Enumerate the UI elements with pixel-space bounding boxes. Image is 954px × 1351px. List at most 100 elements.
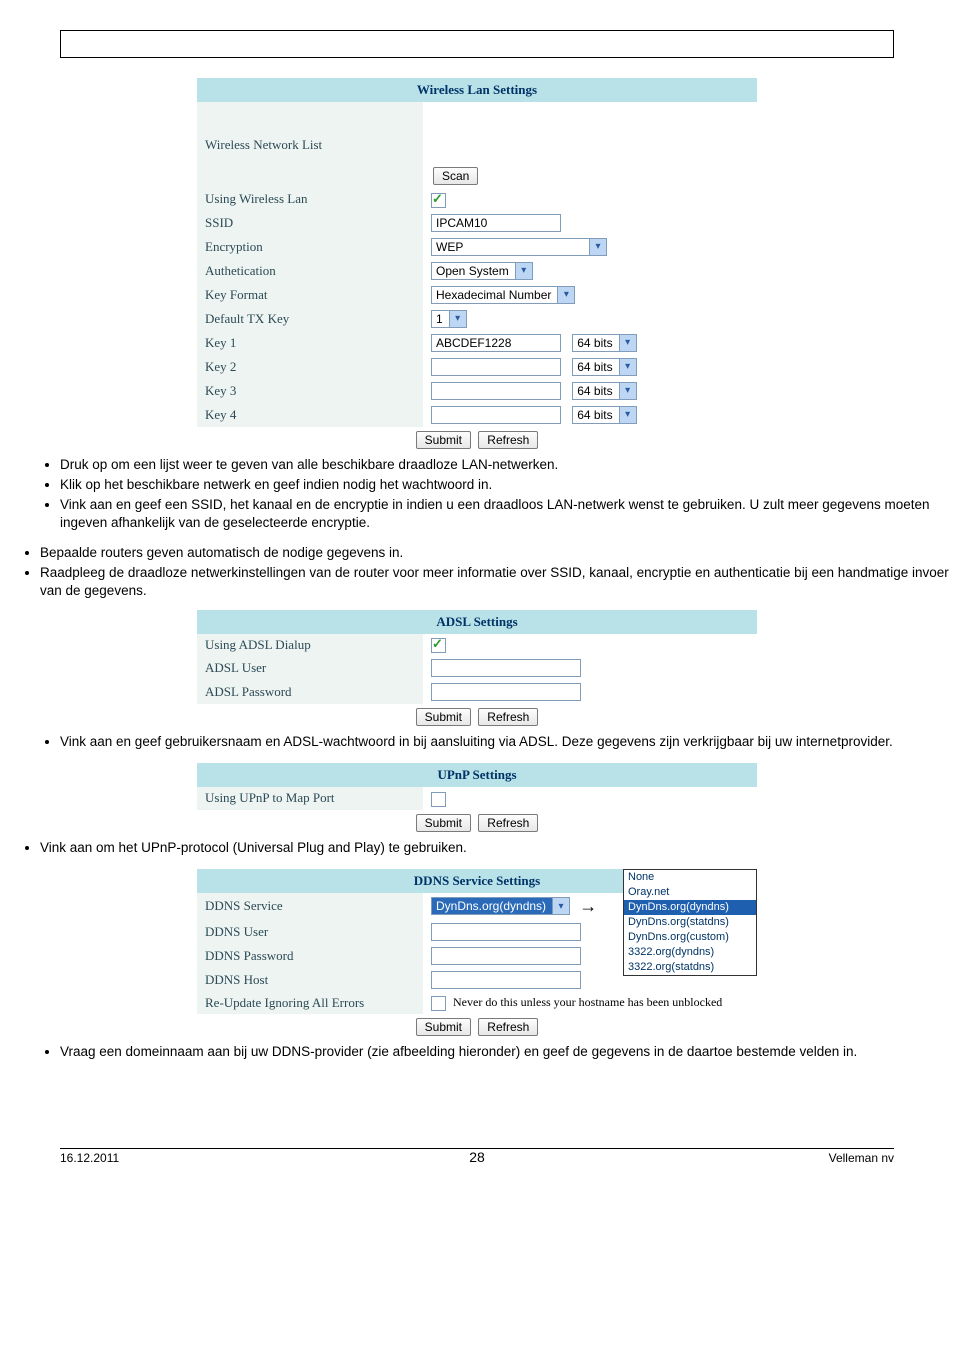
ddns-option[interactable]: DynDns.org(statdns) [624,915,756,930]
chevron-down-icon: ▾ [619,383,636,399]
using-wireless-label: Using Wireless Lan [197,188,423,211]
wireless-title: Wireless Lan Settings [197,78,757,102]
keyformat-select[interactable]: Hexadecimal Number ▾ [431,286,575,304]
ddns-option-selected[interactable]: DynDns.org(dyndns) [624,900,756,915]
wireless-submit-button[interactable]: Submit [416,431,471,449]
key4-input[interactable] [431,406,561,424]
ddns-host-input[interactable] [431,971,581,989]
wireless-refresh-button[interactable]: Refresh [478,431,538,449]
arrow-right-icon: → [579,896,597,917]
ddns-wrapper: DDNS Service Settings DDNS Service DynDn… [197,869,757,1039]
key4-label: Key 4 [197,403,423,427]
text-block-1: Druk op om een lijst weer te geven van a… [0,456,954,532]
keyformat-label: Key Format [197,283,423,307]
key1-label: Key 1 [197,331,423,355]
key1-bits-select[interactable]: 64 bits ▾ [572,334,636,352]
ddns-option[interactable]: Oray.net [624,885,756,900]
adsl-using-label: Using ADSL Dialup [197,634,423,657]
wireless-settings-panel: Wireless Lan Settings Wireless Network L… [197,78,757,452]
adsl-user-input[interactable] [431,659,581,677]
ddns-pass-label: DDNS Password [197,944,423,968]
inner-bullets: Bepaalde routers geven automatisch de no… [0,544,954,600]
upnp-submit-button[interactable]: Submit [416,814,471,832]
inner-2: Raadpleeg de draadloze netwerkinstelling… [40,564,954,600]
adsl-title: ADSL Settings [197,610,757,634]
scan-button[interactable]: Scan [433,167,478,185]
ddns-service-select[interactable]: DynDns.org(dyndns) ▾ [431,897,570,915]
auth-select[interactable]: Open System ▾ [431,262,533,280]
txkey-select-text: 1 [436,312,443,326]
ddns-option[interactable]: 3322.org(dyndns) [624,945,756,960]
using-wireless-checkbox[interactable] [431,193,446,208]
adsl-using-checkbox[interactable] [431,638,446,653]
key1-bits-text: 64 bits [577,336,612,350]
auth-label: Authetication [197,259,423,283]
bullet-3: Vink aan en geef een SSID, het kanaal en… [60,496,954,532]
ddns-host-label: DDNS Host [197,968,423,992]
adsl-pass-label: ADSL Password [197,680,423,704]
bullet-6: Vraag een domeinnaam aan bij uw DDNS-pro… [60,1043,954,1061]
key3-bits-select[interactable]: 64 bits ▾ [572,382,636,400]
ddns-option[interactable]: None [624,870,756,885]
encryption-select-text: WEP [436,240,463,254]
ddns-option[interactable]: 3322.org(statdns) [624,960,756,975]
adsl-refresh-button[interactable]: Refresh [478,708,538,726]
upnp-using-label: Using UPnP to Map Port [197,787,423,810]
key2-label: Key 2 [197,355,423,379]
key1-input[interactable]: ABCDEF1228 [431,334,561,352]
ddns-reupdate-checkbox[interactable] [431,996,446,1011]
adsl-pass-input[interactable] [431,683,581,701]
encryption-label: Encryption [197,235,423,259]
ddns-service-text: DynDns.org(dyndns) [436,899,546,913]
key3-label: Key 3 [197,379,423,403]
ddns-service-label: DDNS Service [197,893,423,920]
bullet-5: Vink aan om het UPnP-protocol (Universal… [40,839,954,857]
text-block-4: Vraag een domeinnaam aan bij uw DDNS-pro… [0,1043,954,1061]
ddns-refresh-button[interactable]: Refresh [478,1018,538,1036]
key2-bits-text: 64 bits [577,360,612,374]
bullet-4: Vink aan en geef gebruikersnaam en ADSL-… [60,733,954,751]
key2-input[interactable] [431,358,561,376]
chevron-down-icon: ▾ [557,287,574,303]
chevron-down-icon: ▾ [449,311,466,327]
inner-1: Bepaalde routers geven automatisch de no… [40,544,954,562]
ddns-pass-input[interactable] [431,947,581,965]
auth-select-text: Open System [436,264,509,278]
text-block-2: Vink aan en geef gebruikersnaam en ADSL-… [0,733,954,751]
chevron-down-icon: ▾ [515,263,532,279]
ddns-submit-button[interactable]: Submit [416,1018,471,1036]
adsl-submit-button[interactable]: Submit [416,708,471,726]
ddns-options-list[interactable]: None Oray.net DynDns.org(dyndns) DynDns.… [623,869,757,976]
ddns-user-input[interactable] [431,923,581,941]
upnp-settings-panel: UPnP Settings Using UPnP to Map Port Sub… [197,763,757,835]
ddns-reupdate-note: Never do this unless your hostname has b… [453,995,722,1009]
adsl-user-label: ADSL User [197,656,423,680]
footer-page-number: 28 [60,1149,894,1165]
ddns-reupdate-label: Re-Update Ignoring All Errors [197,992,423,1014]
adsl-settings-panel: ADSL Settings Using ADSL Dialup ADSL Use… [197,610,757,730]
chevron-down-icon: ▾ [619,335,636,351]
key4-bits-select[interactable]: 64 bits ▾ [572,406,636,424]
encryption-select[interactable]: WEP ▾ [431,238,607,256]
ssid-label: SSID [197,211,423,235]
txkey-label: Default TX Key [197,307,423,331]
upnp-using-checkbox[interactable] [431,792,446,807]
top-heading-box [60,30,894,58]
ddns-option[interactable]: DynDns.org(custom) [624,930,756,945]
txkey-select[interactable]: 1 ▾ [431,310,467,328]
chevron-down-icon: ▾ [619,359,636,375]
text-block-3: Vink aan om het UPnP-protocol (Universal… [0,839,954,857]
page-footer: 28 16.12.2011 Velleman nv [60,1148,894,1165]
key2-bits-select[interactable]: 64 bits ▾ [572,358,636,376]
upnp-refresh-button[interactable]: Refresh [478,814,538,832]
chevron-down-icon: ▾ [589,239,606,255]
key4-bits-text: 64 bits [577,408,612,422]
wireless-network-list-label: Wireless Network List [197,102,423,188]
chevron-down-icon: ▾ [619,407,636,423]
keyformat-select-text: Hexadecimal Number [436,288,551,302]
chevron-down-icon: ▾ [552,898,569,914]
upnp-title: UPnP Settings [197,763,757,787]
ssid-input[interactable]: IPCAM10 [431,214,561,232]
key3-input[interactable] [431,382,561,400]
ddns-user-label: DDNS User [197,920,423,944]
